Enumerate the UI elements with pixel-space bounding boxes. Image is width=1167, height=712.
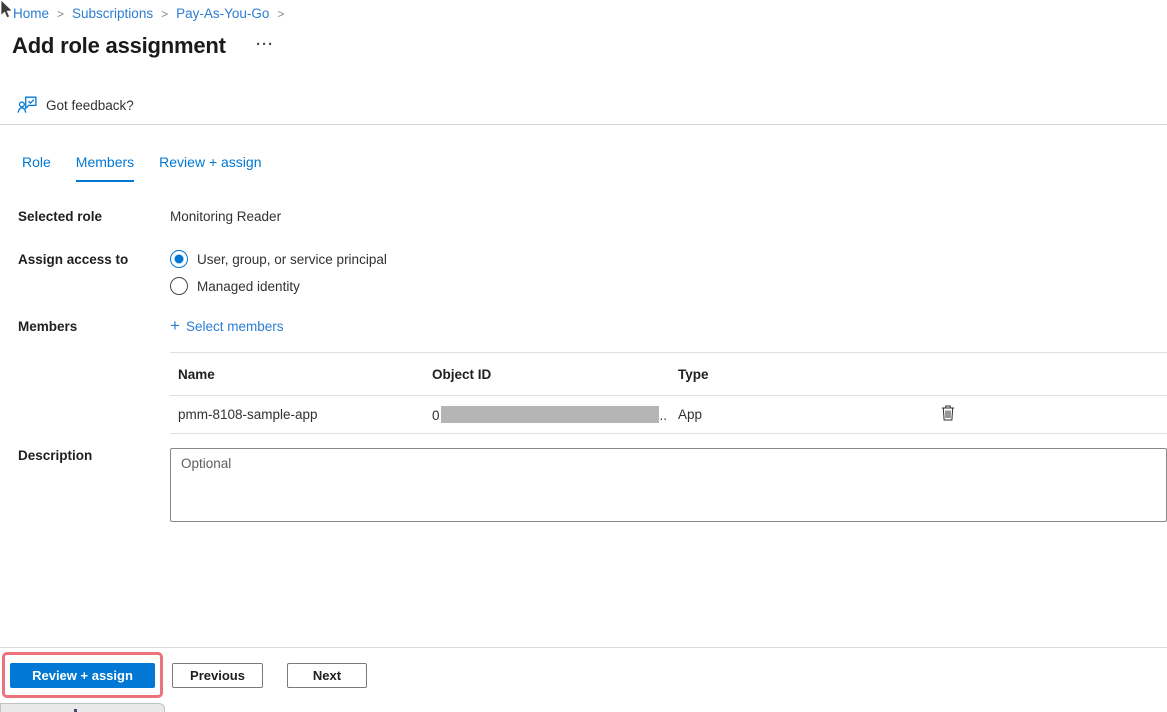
add-role-assignment-page: Home > Subscriptions > Pay-As-You-Go > A…	[0, 0, 1167, 712]
selected-role-label: Selected role	[18, 209, 102, 224]
plus-icon: +	[170, 318, 180, 334]
feedback-icon	[17, 95, 38, 115]
radio-option-managed-identity[interactable]: Managed identity	[170, 277, 387, 295]
previous-button[interactable]: Previous	[172, 663, 263, 688]
breadcrumb: Home > Subscriptions > Pay-As-You-Go >	[13, 6, 292, 21]
breadcrumb-subscriptions[interactable]: Subscriptions	[72, 6, 153, 21]
tab-members[interactable]: Members	[76, 154, 134, 182]
radio-selected-icon[interactable]	[170, 250, 188, 268]
breadcrumb-home[interactable]: Home	[13, 6, 49, 21]
got-feedback-label: Got feedback?	[46, 98, 134, 113]
select-members-label: Select members	[186, 319, 284, 334]
breadcrumb-separator: >	[277, 7, 284, 21]
column-header-name: Name	[170, 367, 432, 382]
table-header-row: Name Object ID Type	[170, 353, 1167, 396]
breadcrumb-pay-as-you-go[interactable]: Pay-As-You-Go	[176, 6, 269, 21]
bottom-tooltip-fragment	[0, 703, 165, 712]
breadcrumb-separator: >	[57, 7, 64, 21]
description-textarea[interactable]	[170, 448, 1167, 522]
footer-divider	[0, 647, 1167, 648]
object-id-prefix: 0	[432, 408, 440, 423]
more-options-button[interactable]: ···	[256, 36, 274, 53]
radio-option-label: Managed identity	[197, 279, 300, 294]
description-label: Description	[18, 448, 92, 463]
got-feedback-button[interactable]: Got feedback?	[17, 95, 134, 115]
member-actions-cell	[928, 403, 968, 426]
tab-role[interactable]: Role	[22, 154, 51, 182]
member-name-cell: pmm-8108-sample-app	[170, 407, 432, 422]
page-title: Add role assignment	[12, 33, 226, 59]
assign-access-to-label: Assign access to	[18, 252, 128, 267]
radio-option-user-group-service-principal[interactable]: User, group, or service principal	[170, 250, 387, 268]
member-type-cell: App	[678, 407, 928, 422]
object-id-redaction-box	[441, 406, 659, 423]
next-button[interactable]: Next	[287, 663, 367, 688]
table-row: pmm-8108-sample-app 0.. App	[170, 396, 1167, 434]
trash-icon	[941, 405, 955, 421]
members-label: Members	[18, 319, 77, 334]
column-header-type: Type	[678, 367, 928, 382]
column-header-object-id: Object ID	[432, 367, 678, 382]
command-bar-divider	[0, 124, 1167, 125]
members-table: Name Object ID Type pmm-8108-sample-app …	[170, 352, 1167, 434]
select-members-link[interactable]: + Select members	[170, 318, 283, 334]
tab-review-assign[interactable]: Review + assign	[159, 154, 261, 182]
assign-access-to-radio-group: User, group, or service principal Manage…	[170, 250, 387, 304]
radio-unselected-icon[interactable]	[170, 277, 188, 295]
selected-role-value: Monitoring Reader	[170, 209, 281, 224]
breadcrumb-separator: >	[161, 7, 168, 21]
delete-member-button[interactable]	[939, 403, 957, 426]
object-id-suffix: ..	[660, 408, 668, 423]
review-assign-button[interactable]: Review + assign	[10, 663, 155, 688]
radio-option-label: User, group, or service principal	[197, 252, 387, 267]
tab-bar: Role Members Review + assign	[22, 154, 286, 182]
member-object-id-cell: 0..	[432, 406, 678, 423]
